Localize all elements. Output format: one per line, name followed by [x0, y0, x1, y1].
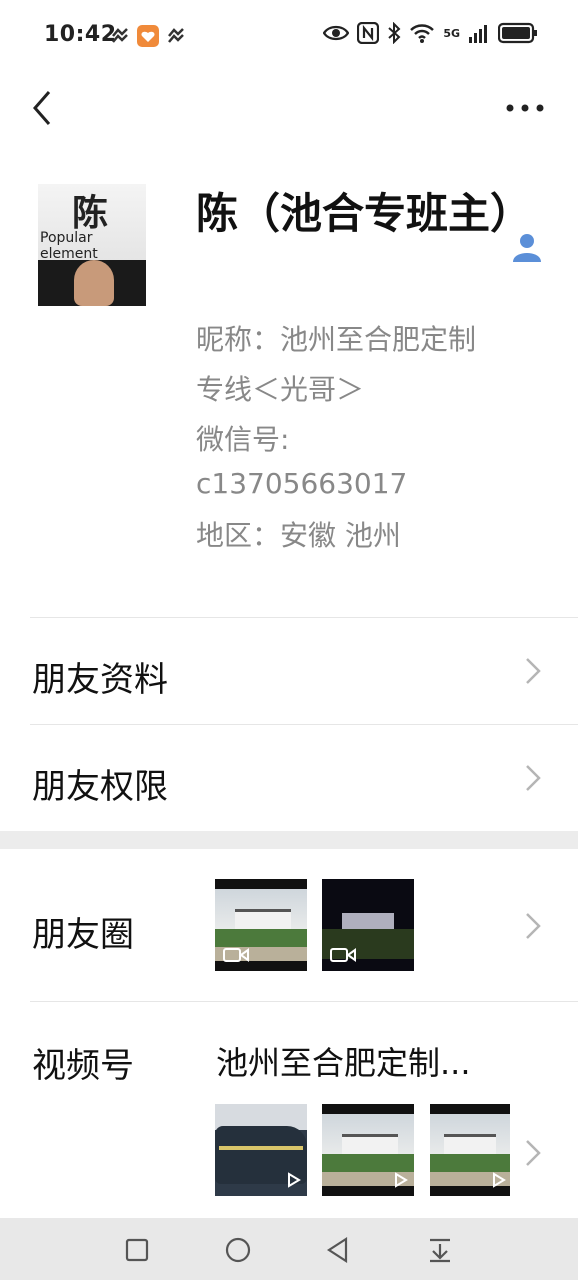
avatar-text-1: Popular: [40, 230, 93, 246]
chevron-right-icon: [526, 913, 541, 939]
more-dots-icon: [506, 104, 544, 112]
status-right-icons: 5G: [323, 22, 538, 44]
notification-pull-button[interactable]: [420, 1230, 460, 1270]
network-label: 5G: [443, 26, 460, 40]
more-button[interactable]: [502, 90, 548, 126]
chevron-right-icon: [526, 765, 541, 791]
pull-down-icon: [430, 1238, 450, 1263]
recents-button[interactable]: [117, 1230, 157, 1270]
chevron-left-icon: [33, 91, 51, 125]
status-left-icons: [110, 24, 186, 48]
moments-row[interactable]: 朋友圈: [0, 849, 578, 1001]
play-icon: [493, 1172, 506, 1188]
play-icon: [288, 1172, 301, 1188]
avatar-char: 陈: [72, 192, 109, 234]
section-gap: [0, 831, 578, 849]
wechat-id[interactable]: c13705663017: [196, 464, 536, 504]
signal-icon: [469, 25, 487, 43]
channel-thumb-1[interactable]: [215, 1104, 307, 1196]
back-button[interactable]: [22, 86, 62, 130]
channels-row[interactable]: 视频号 池州至合肥定制...: [0, 1002, 578, 1218]
wechat-id-label: 微信号:: [196, 423, 290, 456]
friend-profile-row[interactable]: 朋友资料: [0, 618, 578, 724]
battery-icon: [498, 22, 537, 44]
channel-name: 池州至合肥定制...: [216, 1044, 471, 1082]
avatar-photo: [38, 260, 146, 306]
video-camera-icon: [330, 948, 356, 962]
video-camera-icon: [223, 948, 249, 962]
channels-label: 视频号: [32, 1046, 134, 1086]
nickname-line-2: 专线＜光哥＞: [196, 373, 365, 406]
status-time: 10:42: [44, 22, 117, 47]
bluetooth-icon: [388, 22, 401, 44]
app-heart-icon: [137, 25, 159, 47]
play-icon: [395, 1172, 408, 1188]
square-icon: [125, 1238, 149, 1262]
triangle-back-icon: [326, 1237, 348, 1263]
avatar[interactable]: 陈 Popular element: [38, 184, 146, 306]
status-bar: 10:42 5G: [0, 0, 578, 72]
system-nav-bar: [0, 1218, 578, 1280]
moments-label: 朋友圈: [32, 915, 134, 955]
eye-icon: [323, 25, 350, 41]
profile-name: 陈（池合专班主）: [196, 189, 533, 238]
moments-thumb-1[interactable]: [215, 879, 307, 971]
region: 地区：安徽 池州: [196, 519, 401, 552]
friend-profile-label: 朋友资料: [32, 660, 168, 700]
moments-thumb-2[interactable]: [322, 879, 414, 971]
notification-icon-2: [168, 28, 184, 43]
chevron-right-icon: [526, 658, 541, 684]
friend-permissions-label: 朋友权限: [32, 767, 168, 807]
notification-icon: [112, 28, 128, 43]
nickname-line-1: 昵称：池州至合肥定制: [196, 323, 477, 356]
home-button[interactable]: [218, 1230, 258, 1270]
nfc-icon: [357, 22, 380, 44]
friend-permissions-row[interactable]: 朋友权限: [0, 725, 578, 831]
circle-icon: [225, 1237, 251, 1263]
channel-thumb-2[interactable]: [322, 1104, 414, 1196]
wifi-icon: [410, 24, 435, 43]
back-nav-button[interactable]: [318, 1230, 358, 1270]
contact-card-icon[interactable]: [510, 230, 544, 264]
channel-thumb-3[interactable]: [430, 1104, 510, 1196]
chevron-right-icon: [526, 1140, 541, 1166]
